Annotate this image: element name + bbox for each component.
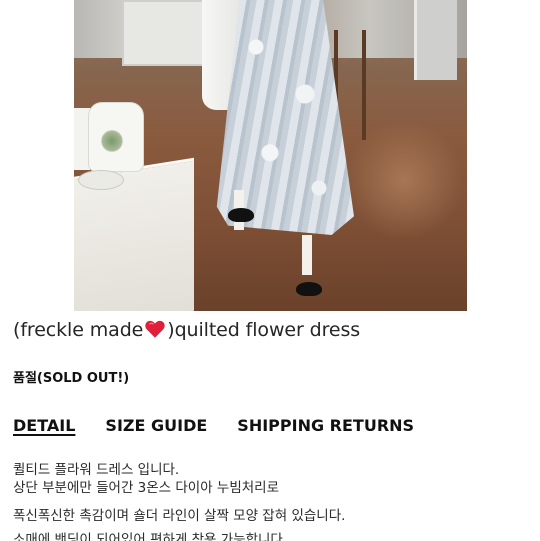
- tab-detail[interactable]: DETAIL: [13, 416, 75, 435]
- detail-tabs: DETAIL SIZE GUIDE SHIPPING RETURNS: [13, 416, 444, 435]
- stock-status: 품절(SOLD OUT!): [13, 371, 130, 386]
- tab-size-guide[interactable]: SIZE GUIDE: [105, 416, 207, 435]
- description-line: 상단 부분에만 들어간 3온스 다이아 누빔처리로: [13, 480, 280, 496]
- heart-icon: [145, 320, 165, 338]
- product-description: 퀼티드 플라워 드레스 입니다. 상단 부분에만 들어간 3온스 다이아 누빔처…: [13, 461, 345, 541]
- photo-shoe: [296, 282, 322, 296]
- photo-shoe: [228, 208, 254, 222]
- description-line: 폭신폭신한 촉감이며 숄더 라인이 살짝 모양 잡혀 있습니다.: [13, 508, 346, 524]
- photo-door: [414, 0, 457, 80]
- photo-leg: [302, 235, 312, 275]
- tab-shipping-returns[interactable]: SHIPPING RETURNS: [237, 416, 414, 435]
- photo-teapot: [88, 102, 144, 172]
- product-title-prefix: (freckle made: [13, 319, 144, 341]
- photo-plate: [78, 170, 124, 190]
- product-photo: [74, 0, 467, 311]
- product-title: (freckle made )quilted flower dress: [13, 318, 360, 341]
- description-line: 퀼티드 플라워 드레스 입니다.: [13, 462, 180, 478]
- product-title-suffix: )quilted flower dress: [167, 319, 361, 341]
